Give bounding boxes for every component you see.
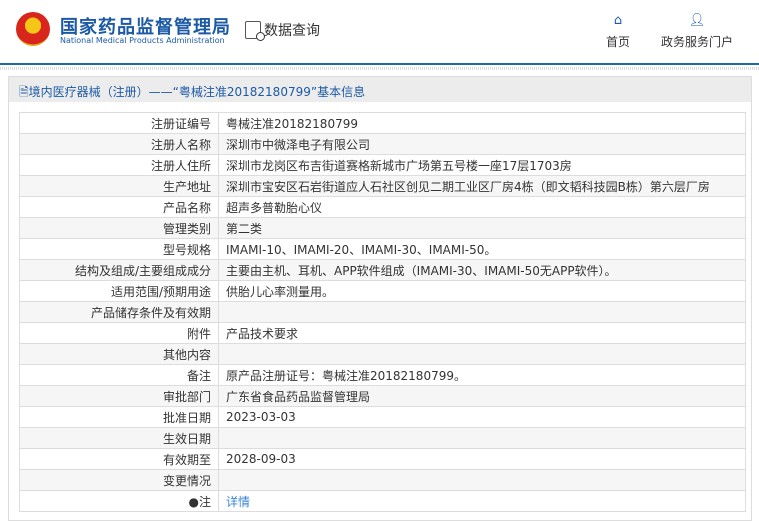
- field-value: 2023-03-03: [218, 406, 746, 428]
- field-label: 注册人名称: [19, 133, 219, 155]
- note-label: 注: [198, 494, 211, 509]
- field-value: [218, 427, 746, 449]
- table-row: 注册人住所 深圳市龙岗区布吉街道赛格新城市广场第五号楼一座17层1703房: [19, 154, 746, 176]
- field-label: 适用范围/预期用途: [19, 280, 219, 302]
- table-row: 附件 产品技术要求: [19, 322, 746, 344]
- field-value: 原产品注册证号：粤械注准20182180799。: [218, 364, 746, 386]
- field-label: 有效期至: [19, 448, 219, 470]
- field-label: 产品储存条件及有效期: [19, 301, 219, 323]
- table-row: 注册证编号 粤械注准20182180799: [19, 112, 746, 134]
- details-link[interactable]: 详情: [226, 495, 250, 509]
- field-value: 粤械注准20182180799: [218, 112, 746, 134]
- document-icon: 🗎︎: [19, 85, 29, 99]
- field-value: [218, 343, 746, 365]
- field-value: [218, 469, 746, 491]
- field-label: 注册证编号: [19, 112, 219, 134]
- field-label: 管理类别: [19, 217, 219, 239]
- pin-icon: ●: [188, 494, 199, 509]
- field-label: 备注: [19, 364, 219, 386]
- nav-home-label: 首页: [606, 35, 631, 49]
- field-label: 生产地址: [19, 175, 219, 197]
- field-value: 产品技术要求: [218, 322, 746, 344]
- nav-service-portal[interactable]: 👤︎ 政务服务门户: [661, 14, 733, 50]
- table-row: 变更情况: [19, 469, 746, 491]
- field-label: 审批部门: [19, 385, 219, 407]
- search-document-icon: [245, 21, 265, 41]
- field-label: 结构及组成/主要组成成分: [19, 259, 219, 281]
- table-row: 管理类别 第二类: [19, 217, 746, 239]
- table-row: 适用范围/预期用途 供胎儿心率测量用。: [19, 280, 746, 302]
- field-label: 产品名称: [19, 196, 219, 218]
- nav-home[interactable]: ⌂ 首页: [606, 14, 630, 50]
- field-label: 批准日期: [19, 406, 219, 428]
- field-value: 供胎儿心率测量用。: [218, 280, 746, 302]
- table-row: 批准日期 2023-03-03: [19, 406, 746, 428]
- panel-header: 🗎︎境内医疗器械（注册）——“粤械注准20182180799”基本信息: [9, 77, 751, 102]
- table-row: 生效日期: [19, 427, 746, 449]
- field-value: 深圳市龙岗区布吉街道赛格新城市广场第五号楼一座17层1703房: [218, 154, 746, 176]
- table-row: 产品储存条件及有效期: [19, 301, 746, 323]
- field-value: 详情: [218, 490, 746, 512]
- table-row: 备注 原产品注册证号：粤械注准20182180799。: [19, 364, 746, 386]
- national-emblem-logo: [16, 12, 50, 46]
- field-value: 深圳市宝安区石岩街道应人石社区创见二期工业区厂房4栋（即文韬科技园B栋）第六层厂…: [218, 175, 746, 197]
- nav-portal-label: 政务服务门户: [661, 35, 734, 49]
- field-label: ●注: [19, 490, 219, 512]
- field-value: 超声多普勒胎心仪: [218, 196, 746, 218]
- field-label: 型号规格: [19, 238, 219, 260]
- field-value: [218, 301, 746, 323]
- table-row: 结构及组成/主要组成成分 主要由主机、耳机、APP软件组成（IMAMI-30、IM…: [19, 259, 746, 281]
- panel-title: 境内医疗器械（注册）——“粤械注准20182180799”基本信息: [28, 85, 366, 99]
- field-label: 附件: [19, 322, 219, 344]
- field-value: 2028-09-03: [218, 448, 746, 470]
- site-subtitle: National Medical Products Administration: [60, 36, 225, 45]
- detail-panel: 🗎︎境内医疗器械（注册）——“粤械注准20182180799”基本信息 注册证编…: [8, 76, 752, 521]
- table-row: 其他内容: [19, 343, 746, 365]
- data-query-label: 数据查询: [264, 23, 320, 39]
- table-row: 产品名称 超声多普勒胎心仪: [19, 196, 746, 218]
- site-header: 国家药品监督管理局 National Medical Products Admi…: [0, 0, 759, 70]
- field-value: 深圳市中微泽电子有限公司: [218, 133, 746, 155]
- table-row: 有效期至 2028-09-03: [19, 448, 746, 470]
- table-row: 注册人名称 深圳市中微泽电子有限公司: [19, 133, 746, 155]
- field-label: 变更情况: [19, 469, 219, 491]
- info-table: 注册证编号 粤械注准20182180799 注册人名称 深圳市中微泽电子有限公司 注册人…: [19, 112, 746, 512]
- user-icon: 👤︎: [688, 13, 706, 28]
- table-row: 审批部门 广东省食品药品监督管理局: [19, 385, 746, 407]
- table-row: 生产地址 深圳市宝安区石岩街道应人石社区创见二期工业区厂房4栋（即文韬科技园B栋）…: [19, 175, 746, 197]
- field-value: 广东省食品药品监督管理局: [218, 385, 746, 407]
- table-row: 型号规格 IMAMI-10、IMAMI-20、IMAMI-30、IMAMI-50。: [19, 238, 746, 260]
- field-value: 主要由主机、耳机、APP软件组成（IMAMI-30、IMAMI-50无APP软件…: [218, 259, 746, 281]
- field-label: 注册人住所: [19, 154, 219, 176]
- field-label: 生效日期: [19, 427, 219, 449]
- home-icon: ⌂: [613, 13, 623, 28]
- field-label: 其他内容: [19, 343, 219, 365]
- table-row-note: ●注 详情: [19, 490, 746, 512]
- field-value: 第二类: [218, 217, 746, 239]
- field-value: IMAMI-10、IMAMI-20、IMAMI-30、IMAMI-50。: [218, 238, 746, 260]
- data-query-link[interactable]: 数据查询: [245, 20, 320, 41]
